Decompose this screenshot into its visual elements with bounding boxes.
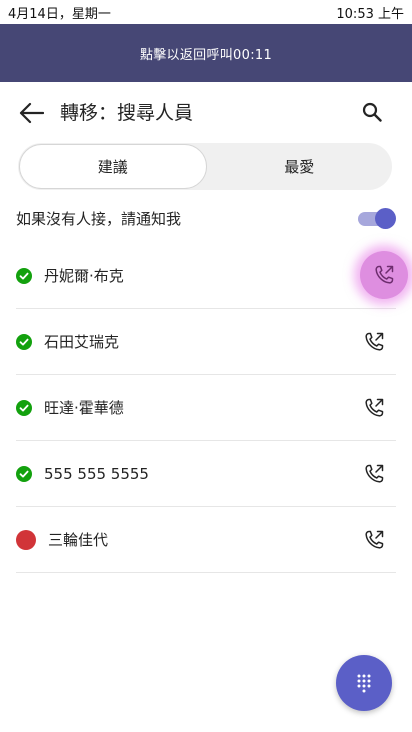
header: 轉移：搜尋人員 [0,86,412,138]
transfer-call-button[interactable] [360,251,408,299]
notify-if-no-answer-row: 如果沒有人接，請通知我 [16,200,396,236]
search-button[interactable] [356,96,388,128]
return-to-call-banner[interactable]: 點擊以返回呼叫00:11 [0,24,412,82]
person-name: 555 555 5555 [44,464,149,483]
person-name: 丹妮爾·布克 [44,267,124,285]
tab-suggested[interactable]: 建議 [19,144,207,189]
available-status-icon [16,333,32,350]
toggle-knob [375,208,396,229]
person-name: 三輪佳代 [48,531,109,549]
return-to-call-text: 點擊以返回呼叫00:11 [139,47,273,63]
available-status-icon [16,267,32,284]
arrow-left-icon [19,102,44,124]
person-name: 石田艾瑞克 [44,333,120,351]
list-item[interactable]: 石田艾瑞克 [16,309,396,375]
notify-toggle[interactable] [358,208,396,229]
list-item[interactable]: 555 555 5555 [16,441,396,507]
list-item[interactable]: 旺達·霍華德 [16,375,396,441]
phone-transfer-icon [365,332,384,351]
available-status-icon [16,465,32,482]
list-item[interactable]: 丹妮爾·布克 [16,243,408,309]
transfer-call-button[interactable] [354,388,394,428]
status-time: 10:53 上午 [336,6,404,22]
page-title: 轉移：搜尋人員 [60,102,194,124]
status-bar: 4月14日，星期一 10:53 上午 [0,0,412,24]
tab-switcher: 建議 最愛 [18,143,392,190]
tab-favorites[interactable]: 最愛 [207,143,393,190]
phone-transfer-icon [375,265,394,284]
phone-transfer-icon [365,398,384,417]
notify-label: 如果沒有人接，請通知我 [16,209,182,228]
available-status-icon [16,399,32,416]
back-button[interactable] [14,96,48,130]
people-list: 丹妮爾·布克 石田艾瑞克 旺達·霍華德 555 555 5555 三輪佳代 [16,243,408,573]
busy-status-icon [16,529,36,550]
transfer-call-button[interactable] [354,520,394,560]
phone-transfer-icon [365,464,384,483]
status-date: 4月14日，星期一 [8,6,111,22]
list-item[interactable]: 三輪佳代 [16,507,396,573]
dialpad-button[interactable] [336,655,392,711]
phone-transfer-icon [365,530,384,549]
transfer-call-button[interactable] [354,454,394,494]
transfer-call-button[interactable] [354,322,394,362]
dialpad-icon [357,674,371,693]
search-icon [362,102,382,122]
person-name: 旺達·霍華德 [44,399,124,417]
